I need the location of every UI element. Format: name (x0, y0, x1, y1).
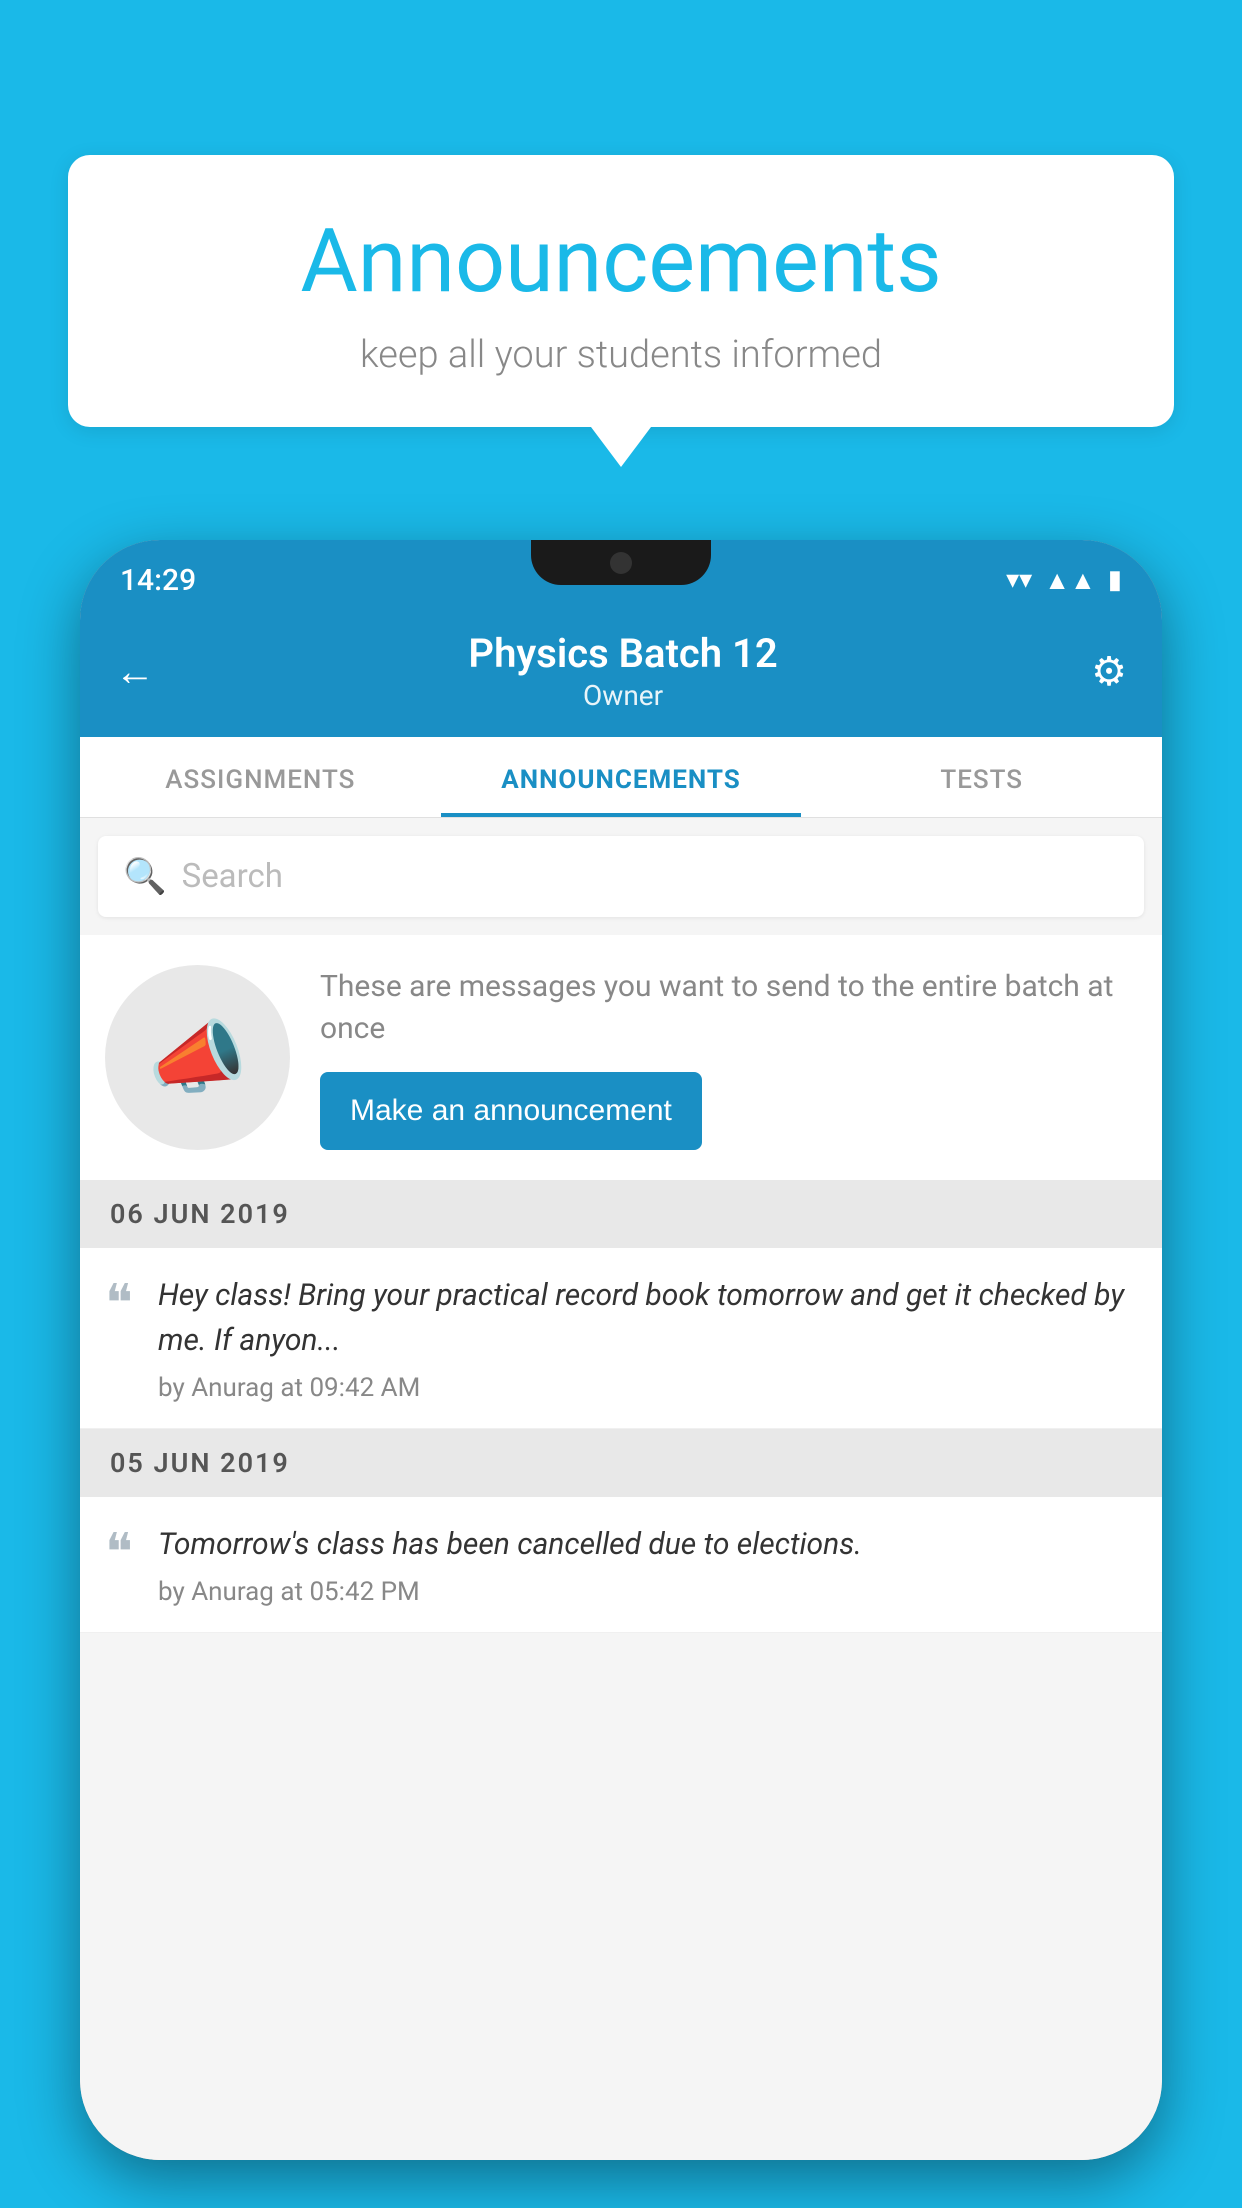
signal-icon: ▲▲ (1044, 565, 1095, 596)
date-separator-1: 06 JUN 2019 (80, 1180, 1162, 1248)
quote-icon-2: ❝ (105, 1522, 133, 1579)
content-area: 🔍 Search 📣 These are messages you want t… (80, 818, 1162, 2160)
search-bar[interactable]: 🔍 Search (98, 836, 1144, 917)
tab-assignments[interactable]: ASSIGNMENTS (80, 737, 441, 817)
back-button[interactable]: ← (115, 648, 155, 695)
announcement-item-2[interactable]: ❝ Tomorrow's class has been cancelled du… (80, 1497, 1162, 1633)
announcement-meta-2: by Anurag at 05:42 PM (158, 1577, 1137, 1607)
megaphone-circle: 📣 (105, 965, 290, 1150)
tab-tests[interactable]: TESTS (801, 737, 1162, 817)
promo-text-area: These are messages you want to send to t… (320, 966, 1137, 1150)
header-center: Physics Batch 12 Owner (468, 630, 777, 712)
promo-card: 📣 These are messages you want to send to… (80, 935, 1162, 1180)
battery-icon: ▮ (1108, 565, 1122, 595)
announcement-text-2: Tomorrow's class has been cancelled due … (158, 1522, 1137, 1567)
phone-mockup: 14:29 ▾▾ ▲▲ ▮ ← Physics Batch 12 Owner ⚙ (80, 540, 1162, 2208)
announcement-content-2: Tomorrow's class has been cancelled due … (158, 1522, 1137, 1607)
phone-body: 14:29 ▾▾ ▲▲ ▮ ← Physics Batch 12 Owner ⚙ (80, 540, 1162, 2160)
header-title: Physics Batch 12 (468, 630, 777, 677)
announcement-meta-1: by Anurag at 09:42 AM (158, 1373, 1137, 1403)
bubble-tail (591, 427, 651, 467)
bubble-title: Announcements (128, 210, 1114, 313)
header-subtitle: Owner (468, 679, 777, 712)
search-icon: 🔍 (123, 856, 167, 897)
gear-icon[interactable]: ⚙ (1091, 648, 1127, 695)
speech-bubble: Announcements keep all your students inf… (68, 155, 1174, 427)
phone-camera (610, 552, 632, 574)
app-header: ← Physics Batch 12 Owner ⚙ (80, 610, 1162, 737)
tab-bar: ASSIGNMENTS ANNOUNCEMENTS TESTS (80, 737, 1162, 818)
quote-icon-1: ❝ (105, 1273, 133, 1330)
status-time: 14:29 (120, 563, 196, 598)
phone-screen: 14:29 ▾▾ ▲▲ ▮ ← Physics Batch 12 Owner ⚙ (80, 540, 1162, 2160)
search-input-placeholder[interactable]: Search (182, 857, 283, 896)
date-separator-2: 05 JUN 2019 (80, 1429, 1162, 1497)
announcement-content-1: Hey class! Bring your practical record b… (158, 1273, 1137, 1403)
tab-announcements[interactable]: ANNOUNCEMENTS (441, 737, 802, 817)
wifi-icon: ▾▾ (1006, 565, 1032, 595)
megaphone-icon: 📣 (148, 1011, 248, 1105)
bubble-subtitle: keep all your students informed (128, 333, 1114, 377)
announcement-item-1[interactable]: ❝ Hey class! Bring your practical record… (80, 1248, 1162, 1429)
speech-bubble-container: Announcements keep all your students inf… (68, 155, 1174, 467)
announcement-text-1: Hey class! Bring your practical record b… (158, 1273, 1137, 1363)
make-announcement-button[interactable]: Make an announcement (320, 1072, 702, 1150)
status-icons: ▾▾ ▲▲ ▮ (1006, 565, 1122, 596)
promo-description: These are messages you want to send to t… (320, 966, 1137, 1050)
